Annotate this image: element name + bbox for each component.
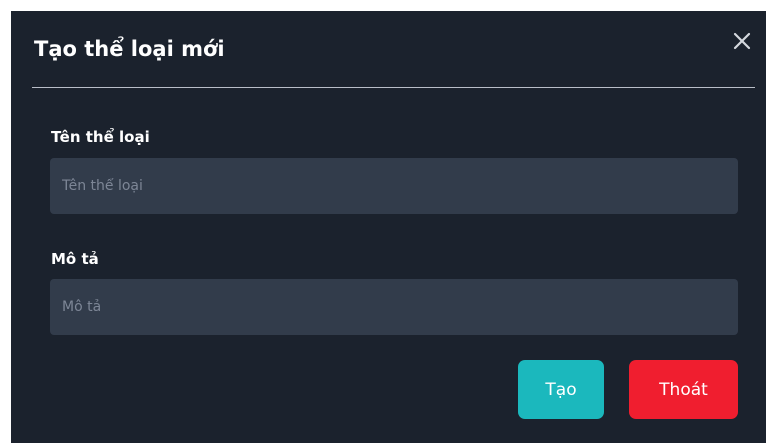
close-icon (733, 32, 751, 50)
exit-button[interactable]: Thoát (629, 360, 738, 419)
close-button[interactable] (732, 31, 752, 51)
description-label: Mô tả (51, 250, 99, 268)
dialog-title: Tạo thể loại mới (34, 37, 225, 61)
create-button[interactable]: Tạo (518, 360, 604, 419)
create-category-dialog: Tạo thể loại mới Tên thể loại Mô tả Tạo … (11, 11, 766, 443)
header-divider (32, 87, 755, 88)
category-name-label: Tên thể loại (51, 128, 150, 146)
category-name-input[interactable] (50, 158, 738, 214)
description-input[interactable] (50, 279, 738, 335)
